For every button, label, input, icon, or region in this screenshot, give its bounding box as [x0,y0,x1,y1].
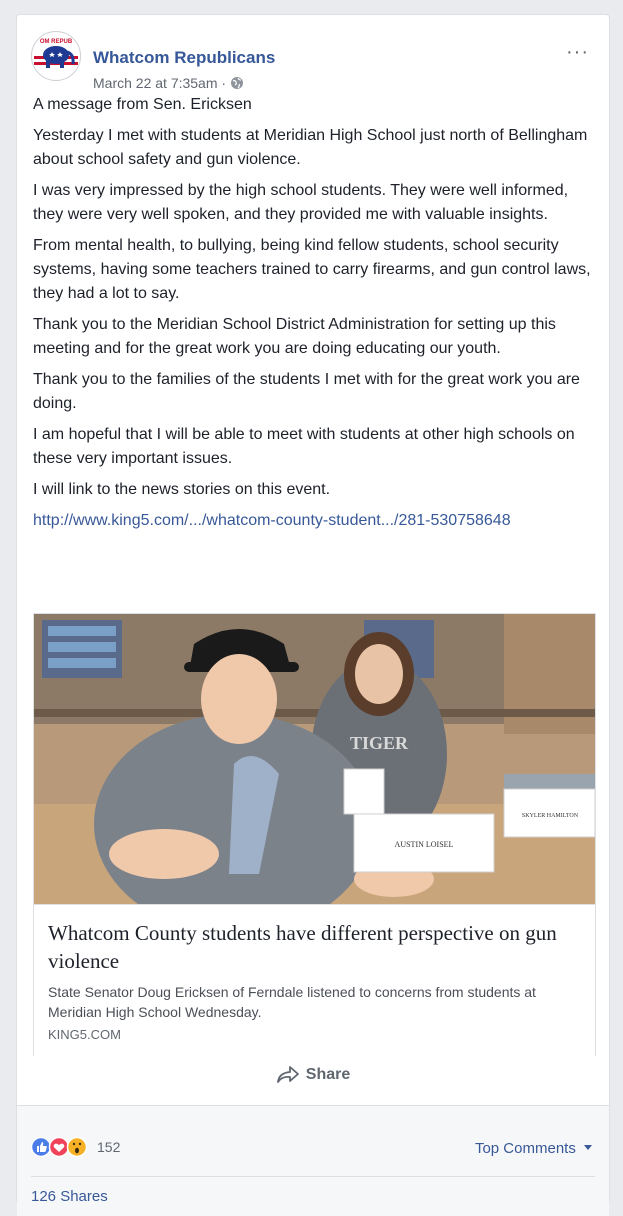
page-name-link[interactable]: Whatcom Republicans [93,48,275,68]
post-meta: March 22 at 7:35am · [93,75,244,91]
share-button[interactable]: Share [17,1065,609,1101]
footer-divider [31,1176,595,1177]
post-body: A message from Sen. Ericksen Yesterday I… [33,93,593,540]
post-card: OM REPUB Whatcom Republicans March 22 at… [16,14,610,1216]
top-comments-dropdown[interactable]: Top Comments [475,1140,593,1157]
post-paragraph: I will link to the news stories on this … [33,481,331,498]
reaction-icons [30,1136,88,1158]
wow-icon [66,1136,88,1158]
post-footer: 152 Top Comments 126 Shares [17,1105,609,1216]
top-comments-label: Top Comments [474,1140,576,1157]
avatar-text: OM REPUB [40,39,73,45]
globe-icon [230,77,243,89]
page-avatar[interactable]: OM REPUB [31,31,81,81]
love-icon [48,1136,70,1158]
name-card-label: SKYLER HAMILTON [522,813,579,819]
post-date[interactable]: March 22 at 7:35am [93,75,218,91]
more-options-button[interactable]: ··· [566,41,589,64]
share-label: Share [305,1066,351,1083]
post-paragraph: From mental health, to bullying, being k… [33,237,591,302]
preview-image[interactable]: TIGER AUSTIN LOISEL SKYLER HAMILTON [34,614,595,904]
like-icon [30,1136,52,1158]
reactions-summary[interactable]: 152 [30,1136,120,1158]
shares-count-link[interactable]: 126 Shares [31,1188,108,1205]
post-paragraph: Thank you to the Meridian School Distric… [33,316,556,357]
post-paragraph: I was very impressed by the high school … [33,182,569,223]
share-arrow-icon [276,1066,299,1083]
post-paragraph: I am hopeful that I will be able to meet… [33,426,575,467]
shirt-text: TIGER [350,733,409,753]
preview-description: State Senator Doug Ericksen of Ferndale … [48,984,536,1020]
post-paragraph: Thank you to the families of the student… [33,371,580,412]
meta-separator: · [217,75,230,91]
elephant-logo-icon: OM REPUB [33,33,79,79]
reaction-count: 152 [97,1139,121,1155]
post-paragraph: Yesterday I met with students at Meridia… [33,127,588,168]
news-link[interactable]: http://www.king5.com/.../whatcom-county-… [33,512,511,529]
caret-down-icon [584,1145,592,1150]
link-preview[interactable]: TIGER AUSTIN LOISEL SKYLER HAMILTON What… [33,613,596,1056]
post-paragraph: A message from Sen. Ericksen [33,96,252,113]
name-card-label: AUSTIN LOISEL [395,840,454,849]
post-header: OM REPUB Whatcom Republicans March 22 at… [31,31,595,91]
preview-domain: KING5.COM [48,1027,121,1042]
preview-title[interactable]: Whatcom County students have different p… [48,919,581,975]
preview-text-block[interactable]: Whatcom County students have different p… [34,904,595,1056]
